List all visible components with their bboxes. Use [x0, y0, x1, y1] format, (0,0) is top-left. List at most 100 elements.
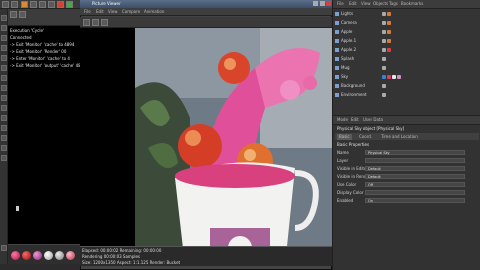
tag-icon[interactable] — [382, 12, 386, 16]
tag-icon[interactable] — [382, 30, 386, 34]
object-row[interactable]: Sky — [335, 73, 479, 80]
tool-icon[interactable] — [1, 65, 7, 71]
scale-icon[interactable] — [39, 1, 46, 8]
menu-view[interactable]: View — [106, 9, 120, 15]
tool-icon[interactable] — [1, 155, 7, 161]
attr-menu-edit[interactable]: Edit — [349, 117, 361, 123]
object-row[interactable]: Mug — [335, 64, 479, 71]
tag-icon[interactable] — [382, 84, 386, 88]
object-row[interactable]: Splash — [335, 55, 479, 62]
tag-icon[interactable] — [387, 12, 391, 16]
tool-icon[interactable] — [1, 95, 7, 101]
attribute-value-field[interactable] — [365, 190, 465, 195]
tool-icon[interactable] — [1, 45, 7, 51]
move-icon[interactable] — [30, 1, 37, 8]
tag-icon[interactable] — [382, 93, 386, 97]
tag-icon[interactable] — [382, 21, 386, 25]
attribute-value-field[interactable]: Off — [365, 182, 465, 187]
tag-icon[interactable] — [382, 66, 386, 70]
tool-icon[interactable] — [1, 85, 7, 91]
tool-icon[interactable] — [1, 35, 7, 41]
om-menu-tags[interactable]: Tags — [387, 1, 400, 7]
tab-basic[interactable]: Basic — [337, 134, 352, 140]
object-row[interactable]: Camera — [335, 19, 479, 26]
tag-icon[interactable] — [382, 48, 386, 52]
attr-menu-mode[interactable]: Mode — [335, 117, 350, 123]
fit-icon[interactable] — [92, 19, 99, 26]
object-icon — [335, 12, 339, 16]
undo-icon[interactable] — [2, 1, 9, 8]
object-row[interactable]: Background — [335, 82, 479, 89]
tag-icon[interactable] — [387, 48, 391, 52]
attribute-value-field[interactable]: Default — [365, 166, 465, 171]
object-tags — [381, 82, 386, 89]
attribute-value-field[interactable]: Default — [365, 174, 465, 179]
maximize-icon[interactable] — [320, 1, 325, 6]
x-axis-icon[interactable] — [57, 1, 64, 8]
close-icon[interactable] — [326, 1, 331, 6]
picture-viewer-titlebar[interactable]: Picture Viewer — [80, 0, 332, 8]
om-menu-bookmarks[interactable]: Bookmarks — [399, 1, 425, 7]
tool-icon[interactable] — [1, 115, 7, 121]
tool-icon[interactable] — [1, 105, 7, 111]
tab-time-location[interactable]: Time and Location — [379, 134, 420, 140]
material-swatch[interactable] — [33, 251, 42, 260]
om-menu-file[interactable]: File — [335, 1, 346, 7]
material-swatch[interactable] — [55, 251, 64, 260]
object-icon — [335, 66, 339, 70]
render-icon[interactable] — [101, 19, 108, 26]
tag-icon[interactable] — [387, 30, 391, 34]
attribute-value-field[interactable]: Physical Sky — [365, 150, 465, 155]
material-swatch[interactable] — [66, 251, 75, 260]
tag-icon[interactable] — [387, 39, 391, 43]
object-row[interactable]: Apple.2 — [335, 46, 479, 53]
attribute-value-field[interactable]: On — [365, 198, 465, 203]
clear-icon[interactable] — [10, 11, 17, 18]
attribute-row: Enabled On — [337, 197, 477, 204]
object-tags — [381, 37, 391, 44]
y-axis-icon[interactable] — [66, 1, 73, 8]
object-row[interactable]: Lights — [335, 10, 479, 17]
om-menu-edit[interactable]: Edit — [347, 1, 359, 7]
tag-icon[interactable] — [392, 75, 396, 79]
tool-icon[interactable] — [1, 245, 7, 251]
tool-icon[interactable] — [1, 145, 7, 151]
select-icon[interactable] — [21, 1, 28, 8]
object-name: Lights — [341, 11, 354, 16]
rotate-icon[interactable] — [48, 1, 55, 8]
tool-icon[interactable] — [1, 135, 7, 141]
tag-icon[interactable] — [397, 75, 401, 79]
tool-icon[interactable] — [1, 75, 7, 81]
tag-icon[interactable] — [387, 21, 391, 25]
attribute-row: Visible in Editor Default — [337, 165, 477, 172]
attribute-value-field[interactable] — [365, 158, 465, 163]
menu-file[interactable]: File — [82, 9, 93, 15]
object-row[interactable]: Environment — [335, 91, 479, 98]
tool-icon[interactable] — [1, 55, 7, 61]
tag-icon[interactable] — [382, 75, 386, 79]
tag-icon[interactable] — [387, 75, 391, 79]
tag-icon[interactable] — [382, 39, 386, 43]
object-row[interactable]: Apple — [335, 28, 479, 35]
tab-coord[interactable]: Coord. — [357, 134, 374, 140]
material-swatch[interactable] — [44, 251, 53, 260]
tool-icon[interactable] — [1, 15, 7, 21]
object-tags — [381, 19, 391, 26]
menu-animation[interactable]: Animation — [142, 9, 166, 15]
redo-icon[interactable] — [11, 1, 18, 8]
filter-icon[interactable] — [19, 11, 26, 18]
viewer-toolbar — [80, 17, 332, 28]
object-icon — [335, 39, 339, 43]
attr-menu-userdata[interactable]: User Data — [361, 117, 385, 123]
menu-compare[interactable]: Compare — [120, 9, 142, 15]
tag-icon[interactable] — [382, 57, 386, 61]
menu-edit[interactable]: Edit — [94, 9, 106, 15]
render-canvas[interactable] — [80, 28, 332, 266]
tool-icon[interactable] — [1, 25, 7, 31]
zoom-icon[interactable] — [83, 19, 90, 26]
minimize-icon[interactable] — [313, 1, 318, 6]
material-swatch[interactable] — [22, 251, 31, 260]
object-row[interactable]: Apple.1 — [335, 37, 479, 44]
material-swatch[interactable] — [11, 251, 20, 260]
tool-icon[interactable] — [1, 125, 7, 131]
